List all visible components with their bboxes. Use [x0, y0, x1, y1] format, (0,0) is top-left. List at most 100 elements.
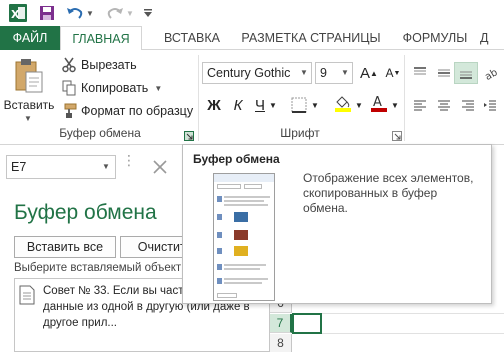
- grow-font-icon: A: [360, 64, 371, 82]
- clipboard-dialog-launcher[interactable]: [184, 130, 194, 141]
- tooltip-title: Буфер обмена: [193, 152, 280, 166]
- font-group-label: Шрифт: [280, 126, 320, 140]
- gridline: [292, 313, 504, 314]
- paste-all-button[interactable]: Вставить все: [14, 236, 116, 258]
- tab-home[interactable]: ГЛАВНАЯ: [60, 26, 142, 51]
- name-box-value: E7: [11, 160, 27, 174]
- underline-dropdown[interactable]: ▼: [268, 94, 278, 116]
- document-icon: [19, 285, 35, 308]
- group-separator: [198, 55, 199, 141]
- font-color-dropdown[interactable]: ▼: [390, 94, 400, 116]
- format-painter-button[interactable]: Формат по образцу: [60, 100, 193, 122]
- copy-icon: [60, 79, 78, 97]
- align-right-icon: [462, 100, 474, 111]
- ribbon-tabs: ФАЙЛ ГЛАВНАЯ ВСТАВКА РАЗМЕТКА СТРАНИЦЫ Ф…: [0, 26, 504, 51]
- indent-button[interactable]: [480, 94, 500, 116]
- font-color-icon: A: [371, 95, 387, 112]
- align-left-icon: [414, 100, 426, 111]
- font-size-select[interactable]: 9 ▼: [315, 62, 353, 84]
- tab-file[interactable]: ФАЙЛ: [0, 26, 60, 50]
- align-left-button[interactable]: [408, 94, 432, 116]
- row-header[interactable]: 8: [270, 334, 292, 352]
- svg-text:ab: ab: [483, 67, 497, 80]
- svg-text:X: X: [11, 8, 20, 21]
- align-top-icon: [414, 67, 426, 75]
- clipboard-hint: Выберите вставляемый объект:: [14, 262, 185, 274]
- underline-button[interactable]: Ч: [252, 94, 268, 116]
- font-dialog-launcher[interactable]: [392, 130, 402, 141]
- font-name-select[interactable]: Century Gothic ▼: [202, 62, 312, 84]
- group-separator: [404, 55, 405, 141]
- align-bottom-button[interactable]: [454, 62, 478, 84]
- dialog-launcher-icon: [184, 131, 194, 141]
- customize-icon: [144, 9, 152, 17]
- cut-label: Вырезать: [81, 58, 137, 72]
- redo-dropdown[interactable]: ▼: [124, 3, 136, 23]
- align-middle-icon: [438, 69, 450, 77]
- indent-icon: [484, 100, 496, 111]
- align-center-icon: [438, 100, 450, 111]
- font-name-value: Century Gothic: [207, 66, 291, 80]
- align-center-button[interactable]: [432, 94, 456, 116]
- close-icon: [153, 160, 167, 174]
- clipboard-preview-image: [213, 173, 275, 301]
- ribbon: Вставить ▼ Вырезать Копировать ▼ Формат …: [0, 50, 504, 145]
- grow-font-button[interactable]: A ▲: [358, 62, 380, 84]
- row-header-active[interactable]: 7: [270, 314, 292, 333]
- dialog-launcher-icon: [392, 131, 402, 141]
- chevron-down-icon: ▼: [300, 68, 308, 77]
- borders-icon: [291, 97, 307, 113]
- borders-dropdown[interactable]: ▼: [310, 94, 320, 116]
- italic-button[interactable]: К: [228, 94, 248, 116]
- align-bottom-icon: [460, 71, 472, 79]
- customize-qat-button[interactable]: [140, 3, 156, 23]
- align-right-button[interactable]: [456, 94, 480, 116]
- copy-button[interactable]: Копировать ▼: [60, 77, 162, 99]
- formula-bar-splitter[interactable]: ⋮: [122, 153, 136, 177]
- fill-color-button[interactable]: [332, 92, 354, 114]
- gridline: [292, 333, 504, 334]
- tooltip-description: Отображение всех элементов, скопированны…: [303, 171, 474, 215]
- undo-button[interactable]: [64, 3, 86, 23]
- name-box[interactable]: E7 ▼: [6, 155, 116, 179]
- align-middle-button[interactable]: [432, 62, 456, 84]
- shrink-font-button[interactable]: A ▼: [382, 62, 404, 84]
- scissors-icon: [60, 56, 78, 74]
- chevron-down-icon[interactable]: ▼: [24, 114, 32, 123]
- cancel-entry-button[interactable]: [138, 155, 182, 179]
- clipboard-tooltip: Буфер обмена Отображение всех элементов,…: [182, 144, 492, 304]
- svg-text:A: A: [373, 95, 382, 110]
- format-painter-icon: [60, 102, 78, 120]
- text-orientation-icon: ab: [483, 67, 497, 80]
- tab-formulas[interactable]: ФОРМУЛЫ: [392, 26, 478, 50]
- tab-insert[interactable]: ВСТАВКА: [150, 26, 234, 50]
- clipboard-pane-title: Буфер обмена: [14, 201, 157, 224]
- cut-button[interactable]: Вырезать: [60, 54, 137, 76]
- orientation-button[interactable]: ab: [480, 62, 500, 84]
- undo-dropdown[interactable]: ▼: [84, 3, 96, 23]
- selected-cell[interactable]: [292, 313, 322, 334]
- floppy-disk-icon: [40, 6, 54, 20]
- fill-color-dropdown[interactable]: ▼: [354, 94, 364, 116]
- font-color-button[interactable]: A: [368, 92, 390, 114]
- excel-logo: X: [7, 3, 29, 23]
- tab-data[interactable]: Д: [480, 26, 504, 50]
- chevron-down-icon: ▼: [341, 68, 349, 77]
- quick-access-toolbar: X ▼ ▼: [0, 0, 504, 26]
- paste-button[interactable]: Вставить ▼: [2, 54, 56, 123]
- clipboard-paste-icon: [15, 59, 43, 93]
- borders-button[interactable]: [288, 94, 310, 116]
- tab-page-layout[interactable]: РАЗМЕТКА СТРАНИЦЫ: [232, 26, 390, 50]
- undo-arrow-icon: [67, 8, 83, 19]
- chevron-down-icon[interactable]: ▼: [154, 84, 162, 93]
- redo-button[interactable]: [104, 3, 126, 23]
- redo-arrow-icon: [107, 8, 123, 19]
- bold-button[interactable]: Ж: [204, 94, 224, 116]
- copy-label: Копировать: [81, 81, 149, 95]
- font-size-value: 9: [320, 66, 327, 80]
- align-top-button[interactable]: [408, 62, 432, 84]
- paste-label: Вставить: [3, 98, 55, 112]
- paint-bucket-icon: [335, 96, 351, 112]
- save-button[interactable]: [36, 3, 58, 23]
- shrink-font-icon: A: [385, 66, 394, 80]
